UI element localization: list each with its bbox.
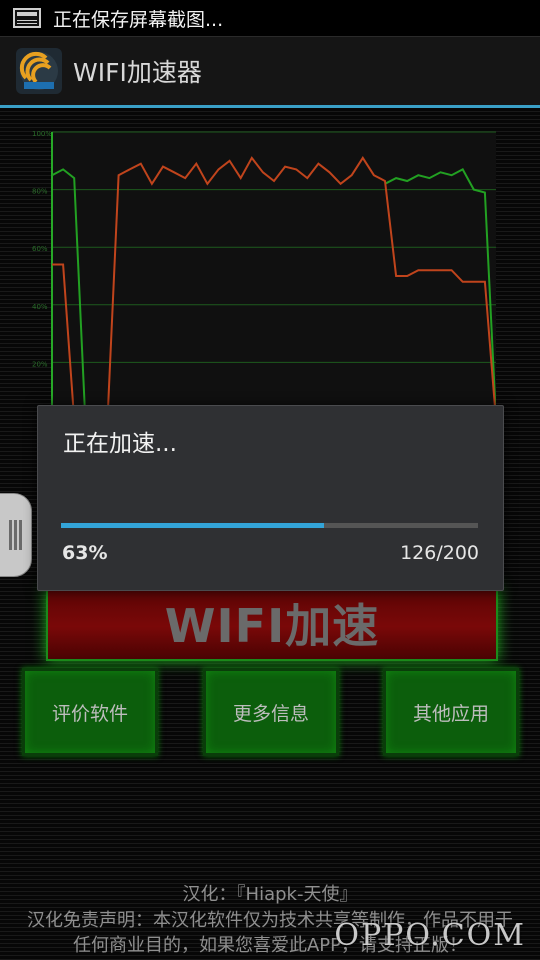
watermark: OPPO.COM <box>334 918 526 953</box>
chart-y-tick-label: 80% <box>32 188 48 196</box>
handle-grip-line <box>14 520 17 550</box>
dialog-title: 正在加速... <box>63 431 177 457</box>
side-drawer-handle[interactable] <box>0 493 32 577</box>
status-bar: 正在保存屏幕截图... <box>0 0 540 37</box>
chart-y-tick-label: 100% <box>32 130 52 138</box>
screenshot-icon <box>13 8 41 28</box>
chart-y-tick-label: 60% <box>32 245 48 253</box>
other-apps-label: 其他应用 <box>412 702 489 725</box>
credit-text: 汉化：『Hiapk-天使』 <box>182 884 358 905</box>
rate-app-button[interactable]: 评价软件 <box>22 668 158 756</box>
more-info-label: 更多信息 <box>232 702 309 725</box>
speed-chart-svg: 100% 80% 60% 40% 20% <box>32 130 496 420</box>
handle-grip-line <box>19 520 22 550</box>
progress-percent: 63% <box>62 542 108 564</box>
speed-chart: 100% 80% 60% 40% 20% <box>30 130 496 420</box>
other-apps-button[interactable]: 其他应用 <box>383 668 519 756</box>
progress-count: 126/200 <box>400 542 479 564</box>
more-info-button[interactable]: 更多信息 <box>203 668 339 756</box>
wifi-logo-icon[interactable] <box>16 48 62 94</box>
progress-dialog: 正在加速... 63% 126/200 <box>37 405 504 591</box>
chart-y-tick-label: 20% <box>32 360 48 368</box>
handle-grip-line <box>9 520 12 550</box>
action-bar: WIFI加速器 <box>0 37 540 105</box>
app-title: WIFI加速器 <box>73 58 202 87</box>
status-text: 正在保存屏幕截图... <box>53 8 224 31</box>
rate-app-label: 评价软件 <box>51 702 128 725</box>
wifi-speed-button[interactable]: WIFI加速 <box>46 585 498 661</box>
progress-track <box>61 523 478 528</box>
chart-y-tick-label: 40% <box>32 303 48 311</box>
wifi-speed-button-label: WIFI加速 <box>164 599 380 653</box>
progress-fill <box>61 523 324 528</box>
